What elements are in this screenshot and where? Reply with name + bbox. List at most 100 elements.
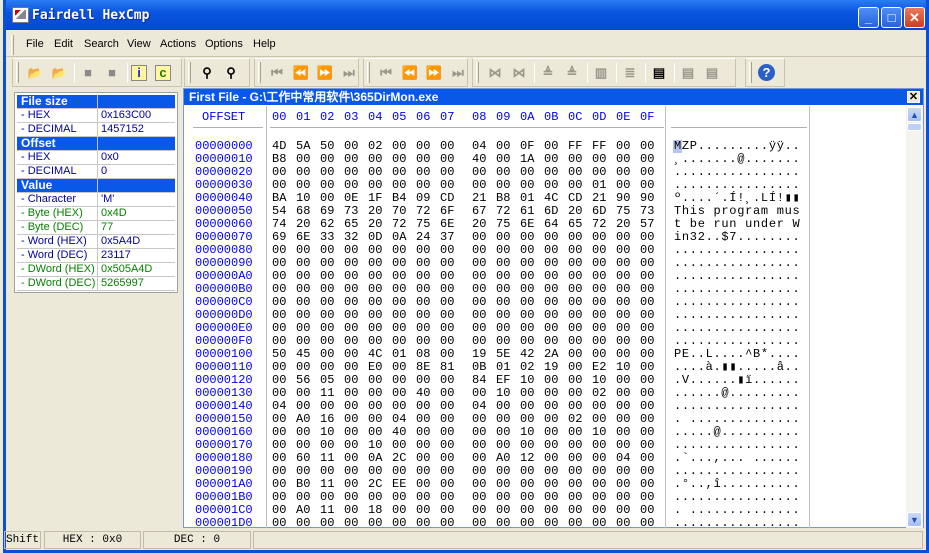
offset-decimal-value: 0 xyxy=(101,165,108,177)
value-byte-hex: - Byte (HEX) 0x4D xyxy=(17,207,175,221)
menu-help[interactable]: Help xyxy=(253,38,276,50)
status-extra xyxy=(253,531,923,549)
toolbar-grip[interactable] xyxy=(258,62,261,83)
app-icon xyxy=(12,7,29,23)
toolbar-separator xyxy=(534,63,535,83)
copy-left-icon[interactable]: ▤ xyxy=(678,63,698,83)
minimize-button[interactable]: _ xyxy=(858,7,879,28)
scroll-down-icon[interactable]: ▼ xyxy=(907,512,922,527)
menu-edit[interactable]: Edit xyxy=(54,38,73,50)
status-shift: Shift xyxy=(4,531,41,549)
hex-byte[interactable]: 00 xyxy=(272,517,292,530)
next-diff-icon[interactable]: ⏩ xyxy=(315,63,335,83)
value-header: Value xyxy=(17,179,175,193)
hex-byte[interactable]: 00 xyxy=(296,517,316,530)
prev-diff-icon[interactable]: ⏪ xyxy=(291,63,311,83)
hex-row[interactable]: 00 00 00 00 00 00 00 00 00 00 00 00 00 00 00 00 xyxy=(268,517,664,530)
open-file-1-icon[interactable]: 📂 xyxy=(25,63,45,83)
column-header-08: 08 xyxy=(472,110,487,124)
offset-decimal: - DECIMAL 0 xyxy=(17,165,175,179)
stop-icon[interactable]: ■ xyxy=(78,63,98,83)
value-word-hex-value: 0x5A4D xyxy=(101,235,141,247)
compare-icon[interactable]: c xyxy=(155,65,171,81)
prev-block-icon[interactable]: ⏪ xyxy=(400,63,420,83)
columns-icon[interactable]: ▥ xyxy=(591,63,611,83)
toolbar-separator xyxy=(74,63,75,83)
maximize-button[interactable]: □ xyxy=(881,7,902,28)
file-size-decimal-label: - DECIMAL xyxy=(17,123,98,137)
toolbar-separator xyxy=(616,63,617,83)
close-button[interactable]: ✕ xyxy=(904,7,925,28)
new-report-icon[interactable]: ▤ xyxy=(649,63,669,83)
toolbar-grip[interactable] xyxy=(476,62,479,83)
help-icon[interactable]: ? xyxy=(758,64,775,81)
info-icon[interactable]: i xyxy=(131,65,147,81)
hex-byte[interactable]: 00 xyxy=(640,517,660,530)
close-icon[interactable]: ■ xyxy=(102,63,122,83)
column-header-04: 04 xyxy=(368,110,383,124)
align-up-icon[interactable]: ≜ xyxy=(538,63,558,83)
hex-byte[interactable]: 00 xyxy=(520,517,540,530)
menu-view[interactable]: View xyxy=(127,38,151,50)
menu-options[interactable]: Options xyxy=(205,38,243,50)
first-block-icon[interactable]: ⏮ xyxy=(376,63,396,83)
merge-right-icon[interactable]: ⋈ xyxy=(509,63,529,83)
last-diff-icon[interactable]: ⏭ xyxy=(339,63,359,83)
offset-decimal-label: - DECIMAL xyxy=(17,165,98,179)
value-byte-dec-value: 77 xyxy=(101,221,114,233)
scroll-thumb[interactable] xyxy=(907,123,922,131)
find-next-icon[interactable]: ⚲ xyxy=(221,63,241,83)
offset-column: OFFSET 00000000 00000010 00000020 00000030 0… xyxy=(187,106,267,530)
hex-byte[interactable]: 00 xyxy=(416,517,436,530)
hex-byte[interactable]: 00 xyxy=(544,517,564,530)
ascii-column[interactable]: MZP.........ÿÿ.. ¸.......@...............… xyxy=(667,106,810,530)
hex-byte[interactable]: 00 xyxy=(592,517,612,530)
offset-header-label: Offset xyxy=(17,137,98,151)
toolbar-grip[interactable] xyxy=(16,62,19,83)
align-down-icon[interactable]: ≜ xyxy=(562,63,582,83)
toolbar-grip[interactable] xyxy=(749,62,752,83)
value-dword-hex-label: - DWord (HEX) xyxy=(17,263,98,277)
column-header-0E: 0E xyxy=(616,110,631,124)
value-word-dec-label: - Word (DEC) xyxy=(17,249,98,263)
column-header-0A: 0A xyxy=(520,110,535,124)
copy-right-icon[interactable]: ▤ xyxy=(702,63,722,83)
last-block-icon[interactable]: ⏭ xyxy=(448,63,468,83)
find-icon[interactable]: ⚲ xyxy=(197,63,217,83)
column-header-0C: 0C xyxy=(568,110,583,124)
ascii-row[interactable]: ................ xyxy=(674,517,800,530)
status-hex: HEX : 0x0 xyxy=(44,531,141,549)
value-character: - Character 'M' xyxy=(17,193,175,207)
merge-left-icon[interactable]: ⋈ xyxy=(485,63,505,83)
column-header-09: 09 xyxy=(496,110,511,124)
main-window: Fairdell HexCmp _ □ ✕ File Edit Search View… xyxy=(3,0,929,553)
column-header-03: 03 xyxy=(344,110,359,124)
first-diff-icon[interactable]: ⏮ xyxy=(267,63,287,83)
open-file-2-icon[interactable]: 📂 xyxy=(49,63,69,83)
menu-search[interactable]: Search xyxy=(84,38,119,50)
hex-byte[interactable]: 00 xyxy=(568,517,588,530)
scroll-up-icon[interactable]: ▲ xyxy=(907,107,922,122)
hex-column[interactable]: 00 01 02 03 04 05 06 07 08 09 0A 0B 0C 0D 0E 0F 4D 5A 50 0… xyxy=(268,106,666,530)
hex-byte[interactable]: 00 xyxy=(368,517,388,530)
toolbar-grip[interactable] xyxy=(188,62,191,83)
hex-byte[interactable]: 00 xyxy=(440,517,460,530)
menu-actions[interactable]: Actions xyxy=(160,38,196,50)
menu-grip[interactable] xyxy=(11,35,14,55)
file-size-hex-label: - HEX xyxy=(17,109,98,123)
child-close-button[interactable]: ✕ xyxy=(907,91,920,103)
hex-byte[interactable]: 00 xyxy=(320,517,340,530)
hex-byte[interactable]: 00 xyxy=(616,517,636,530)
value-word-dec: - Word (DEC) 23117 xyxy=(17,249,175,263)
hex-byte[interactable]: 00 xyxy=(392,517,412,530)
hex-byte[interactable]: 00 xyxy=(472,517,492,530)
next-block-icon[interactable]: ⏩ xyxy=(424,63,444,83)
file-size-header-label: File size xyxy=(17,95,98,109)
hex-byte[interactable]: 00 xyxy=(496,517,516,530)
menu-file[interactable]: File xyxy=(26,38,44,50)
toolbar-separator xyxy=(674,63,675,83)
hex-byte[interactable]: 00 xyxy=(344,517,364,530)
rows-icon[interactable]: ≣ xyxy=(620,63,640,83)
toolbar-grip[interactable] xyxy=(367,62,370,83)
vertical-scrollbar[interactable]: ▲ ▼ xyxy=(906,106,923,528)
